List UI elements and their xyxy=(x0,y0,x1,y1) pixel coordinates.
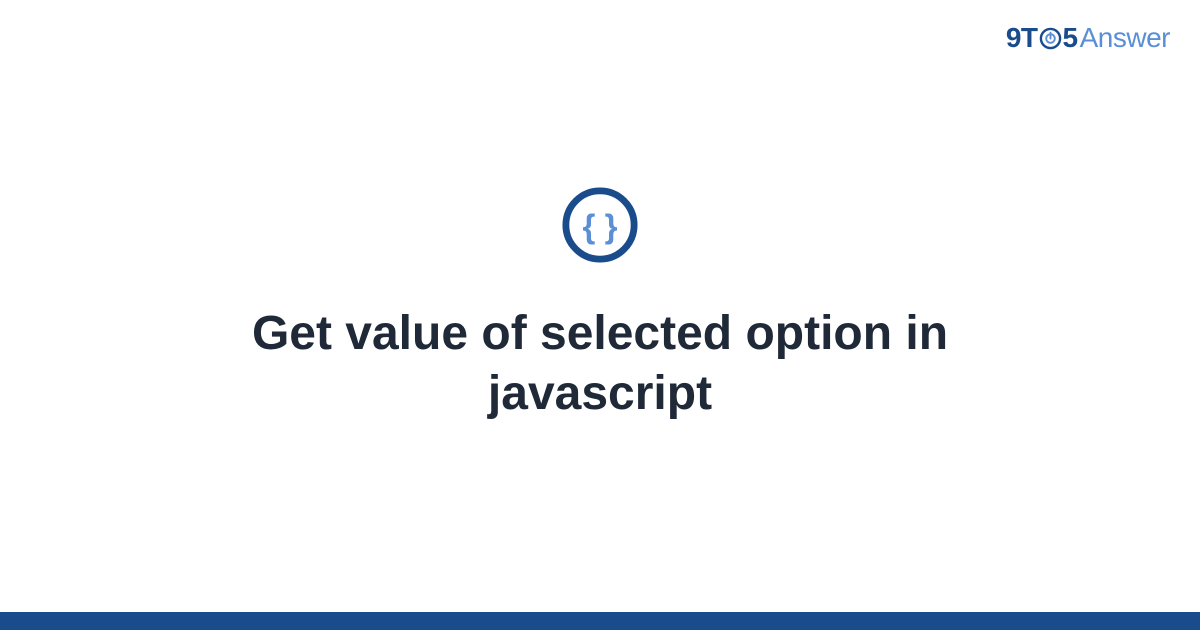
svg-text:{ }: { } xyxy=(582,209,617,246)
page-title: Get value of selected option in javascri… xyxy=(150,304,1050,424)
code-braces-icon: { } xyxy=(561,186,639,264)
footer-bar xyxy=(0,612,1200,630)
main-content: { } Get value of selected option in java… xyxy=(0,0,1200,630)
